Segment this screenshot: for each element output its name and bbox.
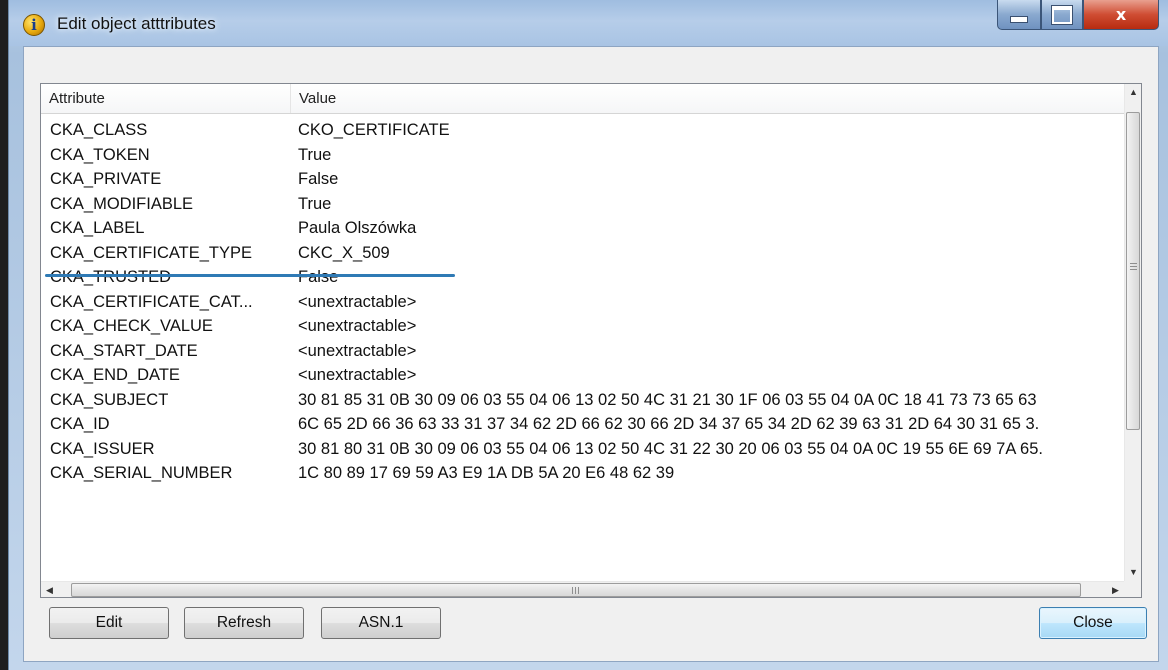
attribute-cell: CKA_SUBJECT bbox=[50, 390, 169, 409]
horizontal-scroll-thumb[interactable] bbox=[71, 583, 1081, 597]
table-row[interactable]: CKA_MODIFIABLE True bbox=[41, 192, 1124, 217]
scroll-up-icon[interactable]: ▲ bbox=[1125, 84, 1141, 101]
dialog-window: i Edit object atttributes x Attribute Va… bbox=[8, 0, 1168, 670]
table-row[interactable]: CKA_TOKEN True bbox=[41, 143, 1124, 168]
attribute-cell: CKA_START_DATE bbox=[50, 341, 198, 360]
refresh-button[interactable]: Refresh bbox=[184, 607, 304, 639]
value-cell: True bbox=[298, 194, 332, 213]
table-row[interactable]: CKA_PRIVATE False bbox=[41, 167, 1124, 192]
scroll-right-icon[interactable]: ▶ bbox=[1107, 582, 1124, 597]
table-row[interactable]: CKA_CLASS CKO_CERTIFICATE bbox=[41, 118, 1124, 143]
list-header: Attribute Value bbox=[41, 84, 1124, 114]
value-cell: <unextractable> bbox=[298, 366, 417, 384]
table-row[interactable]: CKA_CERTIFICATE_CAT... <unextractable> bbox=[41, 290, 1124, 315]
attribute-cell: CKA_LABEL bbox=[50, 219, 145, 237]
value-cell: <unextractable> bbox=[298, 292, 417, 311]
table-row[interactable]: CKA_END_DATE <unextractable> bbox=[41, 363, 1124, 388]
grip-icon bbox=[1130, 263, 1137, 270]
edit-button[interactable]: Edit bbox=[49, 607, 169, 639]
value-cell: 30 81 85 31 0B 30 09 06 03 55 04 06 13 0… bbox=[298, 390, 1037, 409]
horizontal-scrollbar[interactable]: ◀ ▶ bbox=[41, 581, 1124, 597]
window-title: Edit object atttributes bbox=[57, 14, 216, 33]
maximize-icon bbox=[1052, 5, 1072, 24]
close-button[interactable]: Close bbox=[1039, 607, 1147, 639]
table-row[interactable]: CKA_TRUSTED False bbox=[41, 265, 1124, 290]
attribute-cell: CKA_ID bbox=[50, 415, 110, 433]
scroll-left-icon[interactable]: ◀ bbox=[41, 582, 58, 597]
table-row[interactable]: CKA_START_DATE <unextractable> bbox=[41, 339, 1124, 364]
vertical-scroll-thumb[interactable] bbox=[1126, 112, 1140, 430]
scroll-down-icon[interactable]: ▼ bbox=[1125, 564, 1141, 581]
dialog-body: Attribute Value CKA_CLASS CKO_CERTIFICATE… bbox=[23, 46, 1159, 662]
attribute-cell: CKA_TRUSTED bbox=[50, 268, 172, 286]
table-row[interactable]: CKA_CHECK_VALUE <unextractable> bbox=[41, 314, 1124, 339]
attributes-list[interactable]: Attribute Value CKA_CLASS CKO_CERTIFICATE… bbox=[40, 83, 1142, 598]
minimize-icon bbox=[1010, 16, 1028, 23]
value-cell: <unextractable> bbox=[298, 341, 417, 360]
value-cell: 1C 80 89 17 69 59 A3 E9 1A DB 5A 20 E6 4… bbox=[298, 464, 675, 482]
attribute-cell: CKA_END_DATE bbox=[50, 366, 180, 384]
value-cell: 6C 65 2D 66 36 63 33 31 37 34 62 2D 66 6… bbox=[298, 415, 1040, 433]
highlight-underline bbox=[45, 274, 455, 277]
table-row[interactable]: CKA_ID 6C 65 2D 66 36 63 33 31 37 34 62 2… bbox=[41, 412, 1124, 437]
attribute-cell: CKA_MODIFIABLE bbox=[50, 194, 194, 213]
close-window-button[interactable]: x bbox=[1083, 0, 1159, 30]
close-icon: x bbox=[1115, 5, 1127, 24]
table-row[interactable]: CKA_ISSUER 30 81 80 31 0B 30 09 06 03 55 … bbox=[41, 437, 1124, 462]
attribute-cell: CKA_TOKEN bbox=[50, 145, 150, 164]
attribute-cell: CKA_CERTIFICATE_CAT... bbox=[50, 292, 253, 311]
scroll-corner bbox=[1124, 581, 1141, 597]
title-bar[interactable]: i Edit object atttributes x bbox=[9, 0, 1168, 46]
list-rows: CKA_CLASS CKO_CERTIFICATE CKA_TOKEN True CKA… bbox=[41, 114, 1124, 581]
value-cell: False bbox=[298, 170, 339, 188]
attribute-cell: CKA_ISSUER bbox=[50, 439, 155, 458]
attribute-cell: CKA_PRIVATE bbox=[50, 170, 162, 188]
column-header-value[interactable]: Value bbox=[291, 84, 1124, 113]
asn1-button[interactable]: ASN.1 bbox=[321, 607, 441, 639]
value-cell: 30 81 80 31 0B 30 09 06 03 55 04 06 13 0… bbox=[298, 439, 1043, 458]
attribute-cell: CKA_SERIAL_NUMBER bbox=[50, 464, 233, 482]
value-cell: CKO_CERTIFICATE bbox=[298, 121, 450, 139]
info-icon: i bbox=[23, 14, 45, 36]
attribute-cell: CKA_CLASS bbox=[50, 121, 148, 139]
value-cell: CKC_X_509 bbox=[298, 243, 390, 262]
vertical-scrollbar[interactable]: ▲ ▼ bbox=[1124, 84, 1141, 581]
value-cell: Paula Olszówka bbox=[298, 219, 417, 237]
value-cell: True bbox=[298, 145, 332, 164]
table-row[interactable]: CKA_CERTIFICATE_TYPE CKC_X_509 bbox=[41, 241, 1124, 266]
minimize-button[interactable] bbox=[997, 0, 1041, 30]
value-cell: False bbox=[298, 268, 339, 286]
attribute-cell: CKA_CERTIFICATE_TYPE bbox=[50, 243, 253, 262]
grip-icon bbox=[572, 587, 580, 594]
column-header-attribute[interactable]: Attribute bbox=[41, 84, 291, 113]
table-row[interactable]: CKA_SUBJECT 30 81 85 31 0B 30 09 06 03 55… bbox=[41, 388, 1124, 413]
table-row[interactable]: CKA_SERIAL_NUMBER 1C 80 89 17 69 59 A3 E9… bbox=[41, 461, 1124, 486]
value-cell: <unextractable> bbox=[298, 317, 417, 335]
maximize-button[interactable] bbox=[1041, 0, 1083, 30]
attribute-cell: CKA_CHECK_VALUE bbox=[50, 317, 213, 335]
table-row[interactable]: CKA_LABEL Paula Olszówka bbox=[41, 216, 1124, 241]
